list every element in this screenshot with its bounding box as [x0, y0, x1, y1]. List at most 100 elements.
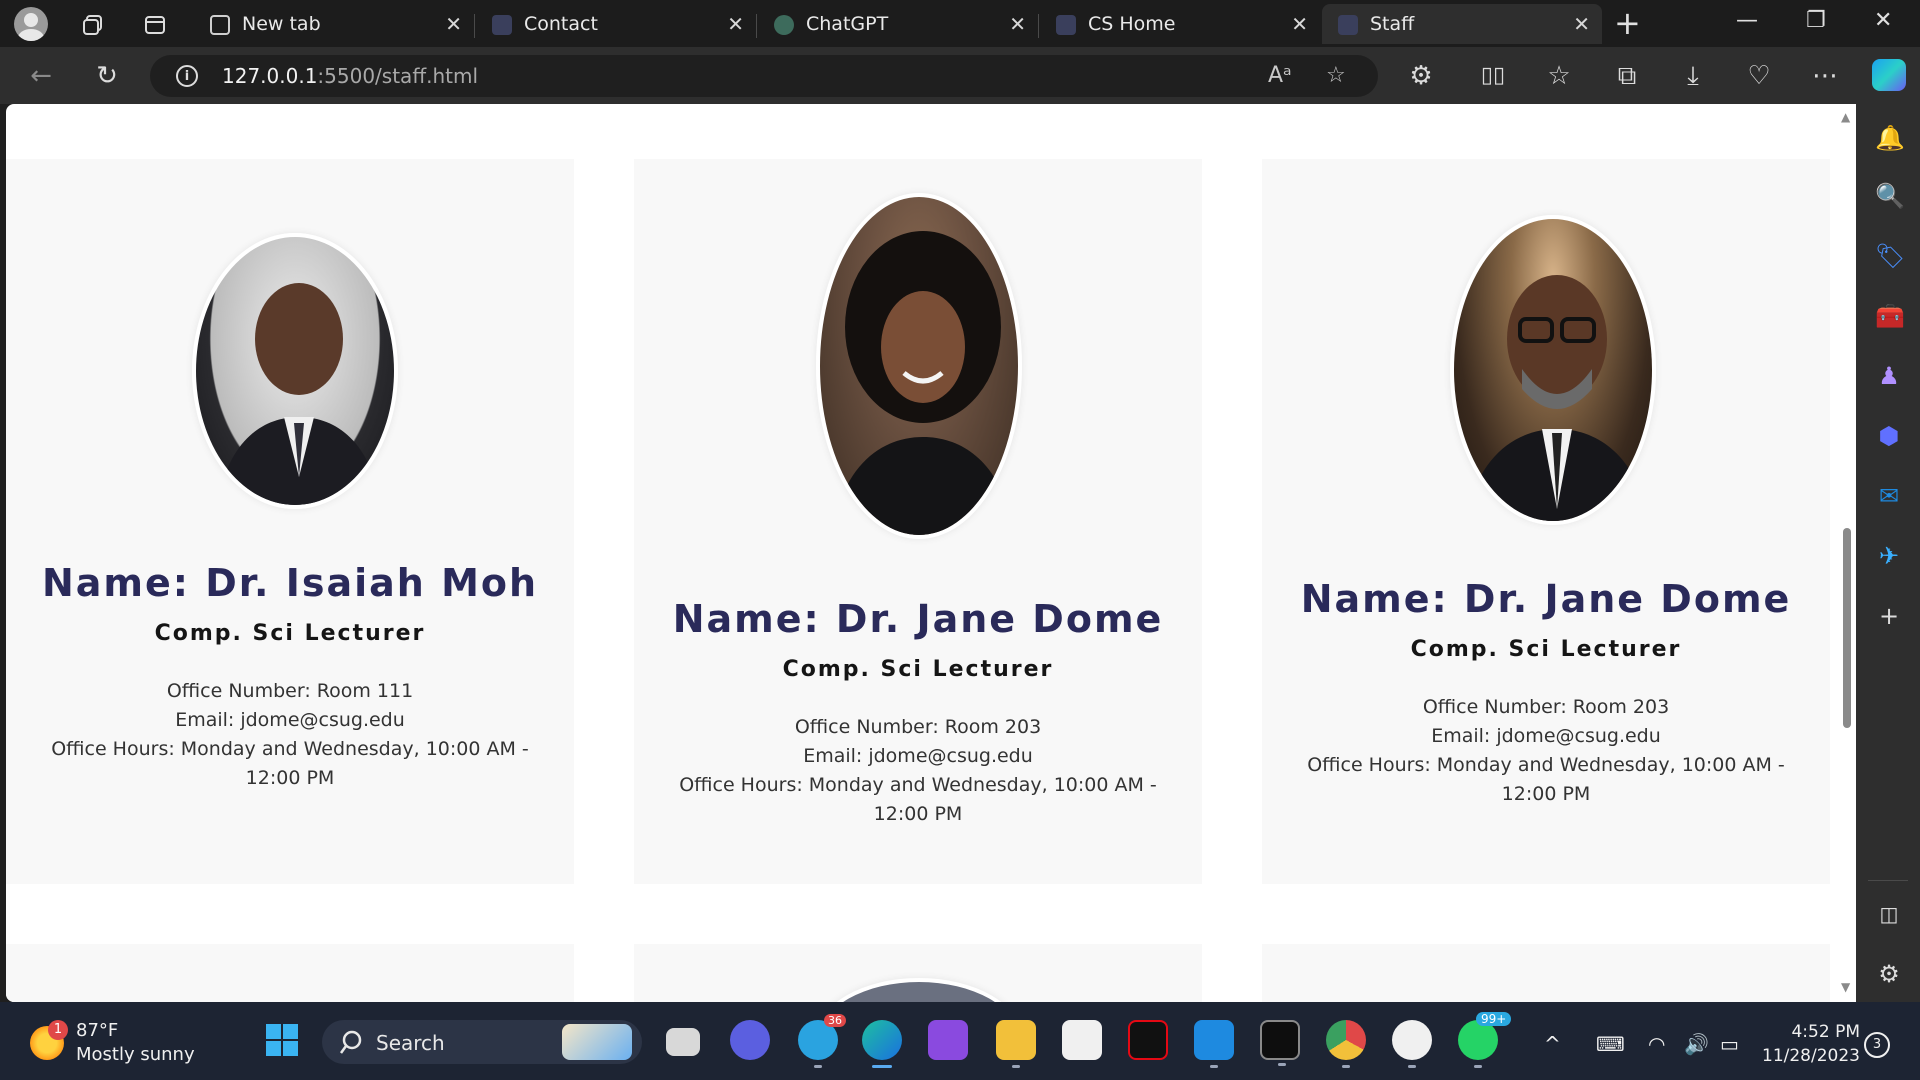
settings-gear-icon[interactable]: ⚙	[1875, 960, 1903, 988]
github-icon[interactable]	[1392, 1020, 1432, 1068]
file-explorer-icon[interactable]	[996, 1020, 1036, 1068]
favorites-icon[interactable]: ☆	[1544, 61, 1574, 91]
back-arrow-icon[interactable]: ←	[26, 61, 56, 91]
office-hours: Office Hours: Monday and Wednesday, 10:0…	[1307, 754, 1785, 805]
address-url[interactable]: 127.0.0.1:5500/staff.html	[222, 64, 478, 88]
url-path: :5500/staff.html	[317, 64, 479, 88]
tray-chevron-up-icon[interactable]: ^	[1544, 1032, 1561, 1056]
address-bar[interactable]: i 127.0.0.1:5500/staff.html A͏ᵃ ☆	[150, 55, 1378, 97]
vertical-tabs-icon	[145, 16, 165, 34]
office-number: Office Number: Room 111	[166, 680, 414, 702]
favorite-star-icon[interactable]: ☆	[1326, 63, 1346, 88]
close-icon[interactable]: ✕	[1573, 13, 1590, 35]
extensions-icon[interactable]: ⚙	[1406, 61, 1436, 91]
staff-card	[634, 944, 1202, 1002]
more-menu-icon[interactable]: ⋯	[1810, 61, 1840, 91]
wifi-icon[interactable]: ◠	[1648, 1032, 1665, 1056]
drop-icon[interactable]: ✈	[1875, 542, 1903, 570]
task-view-icon[interactable]	[666, 1028, 700, 1056]
page-scrollbar[interactable]: ▲ ▼	[1838, 104, 1856, 1002]
whatsapp-icon[interactable]: 99+	[1458, 1012, 1512, 1068]
microsoft-store-icon[interactable]	[1062, 1020, 1102, 1060]
staff-email: Email: jdome@csug.edu	[175, 709, 405, 731]
download-icon[interactable]: ⤓	[1678, 61, 1708, 91]
close-icon[interactable]: ✕	[727, 13, 744, 35]
tab-contact[interactable]: Contact ✕	[476, 4, 757, 44]
close-icon[interactable]: ✕	[1009, 13, 1026, 35]
close-icon[interactable]: ✕	[445, 13, 462, 35]
tab-new-tab[interactable]: New tab ✕	[194, 4, 475, 44]
new-tab-icon	[210, 15, 230, 35]
office-number: Office Number: Room 203	[1422, 696, 1670, 718]
close-icon[interactable]: ✕	[1291, 13, 1308, 35]
site-favicon-icon	[1338, 15, 1358, 35]
staff-role: Comp. Sci Lecturer	[782, 657, 1054, 682]
sidebar-divider	[1868, 880, 1908, 881]
notification-count[interactable]: 3	[1864, 1032, 1890, 1058]
portrait-silhouette-icon	[217, 283, 381, 505]
chrome-icon[interactable]	[1326, 1020, 1366, 1068]
site-info-icon[interactable]: i	[176, 65, 198, 87]
staff-details: Office Number: Room 111 Email: jdome@csu…	[36, 677, 544, 793]
hide-sidebar-icon[interactable]: ◫	[1875, 900, 1903, 928]
staff-name: Name: Dr. Jane Dome	[1300, 577, 1792, 621]
tab-title: New tab	[242, 13, 321, 35]
shopping-tag-icon[interactable]: 🏷	[1875, 242, 1905, 270]
search-icon[interactable]: 🔍	[1875, 182, 1905, 210]
games-icon[interactable]: ♟	[1875, 362, 1903, 390]
staff-details: Office Number: Room 203 Email: jdome@csu…	[1292, 693, 1800, 809]
scroll-thumb[interactable]	[1843, 528, 1851, 728]
visual-studio-icon[interactable]	[928, 1020, 968, 1060]
staff-photo	[192, 233, 398, 509]
office-hours: Office Hours: Monday and Wednesday, 10:0…	[51, 738, 529, 789]
teams-icon[interactable]	[730, 1020, 770, 1060]
browser-essentials-icon[interactable]: ♡	[1744, 61, 1774, 91]
minimize-icon[interactable]: —	[1736, 8, 1758, 33]
restore-icon[interactable]: ❐	[1806, 8, 1826, 33]
scroll-down-arrow-icon[interactable]: ▼	[1841, 980, 1850, 994]
staff-name: Name: Dr. Isaiah Moh	[41, 561, 539, 605]
search-highlight-icon	[562, 1024, 632, 1060]
vscode-icon[interactable]	[1194, 1020, 1234, 1068]
read-aloud-icon[interactable]: A͏ᵃ	[1268, 63, 1292, 88]
tab-chatgpt[interactable]: ChatGPT ✕	[758, 4, 1039, 44]
tab-actions-button[interactable]	[138, 8, 170, 40]
tab-cs-home[interactable]: CS Home ✕	[1040, 4, 1320, 44]
new-tab-plus-icon[interactable]: +	[1614, 6, 1641, 40]
staff-card: Name: Dr. Jane Dome Comp. Sci Lecturer O…	[634, 159, 1202, 884]
terminal-icon[interactable]	[1260, 1020, 1300, 1066]
split-screen-icon[interactable]: ▯▯	[1478, 61, 1508, 91]
outlook-icon[interactable]: ✉	[1875, 482, 1903, 510]
start-button[interactable]	[262, 1020, 302, 1060]
copilot-icon[interactable]	[1872, 59, 1906, 91]
scroll-up-arrow-icon[interactable]: ▲	[1841, 110, 1850, 124]
running-indicator	[814, 1065, 822, 1068]
profile-avatar[interactable]	[14, 7, 48, 41]
chatgpt-favicon-icon	[774, 15, 794, 35]
tab-staff[interactable]: Staff ✕	[1322, 4, 1602, 44]
microsoft-365-icon[interactable]: ⬢	[1875, 422, 1903, 450]
collections-icon[interactable]: ⧉	[1612, 61, 1642, 91]
close-window-icon[interactable]: ✕	[1874, 8, 1892, 33]
telegram-icon[interactable]: 36	[798, 1014, 846, 1068]
edge-icon[interactable]	[862, 1020, 902, 1068]
portrait-silhouette-icon	[831, 231, 1015, 535]
weather-condition: Mostly sunny	[76, 1044, 195, 1065]
staff-photo	[816, 193, 1022, 539]
tools-icon[interactable]: 🧰	[1875, 302, 1905, 330]
staff-card	[1262, 944, 1830, 1002]
workspaces-button[interactable]	[76, 8, 108, 40]
refresh-icon[interactable]: ↻	[92, 61, 122, 91]
system-clock[interactable]: 4:52 PM 11/28/2023	[1762, 1020, 1860, 1068]
netflix-icon[interactable]	[1128, 1020, 1168, 1060]
keyboard-icon[interactable]: ⌨	[1596, 1032, 1625, 1056]
volume-icon[interactable]: 🔊	[1684, 1032, 1709, 1056]
tab-strip: New tab ✕ Contact ✕ ChatGPT ✕ CS Home ✕ …	[0, 0, 1920, 47]
staff-email: Email: jdome@csug.edu	[1431, 725, 1661, 747]
staff-card	[6, 944, 574, 1002]
battery-icon[interactable]: ▭	[1720, 1032, 1739, 1056]
taskbar-search[interactable]: Search	[322, 1020, 642, 1064]
tab-divider	[756, 14, 757, 38]
bell-icon[interactable]: 🔔	[1875, 124, 1905, 152]
add-icon[interactable]: +	[1875, 602, 1903, 630]
